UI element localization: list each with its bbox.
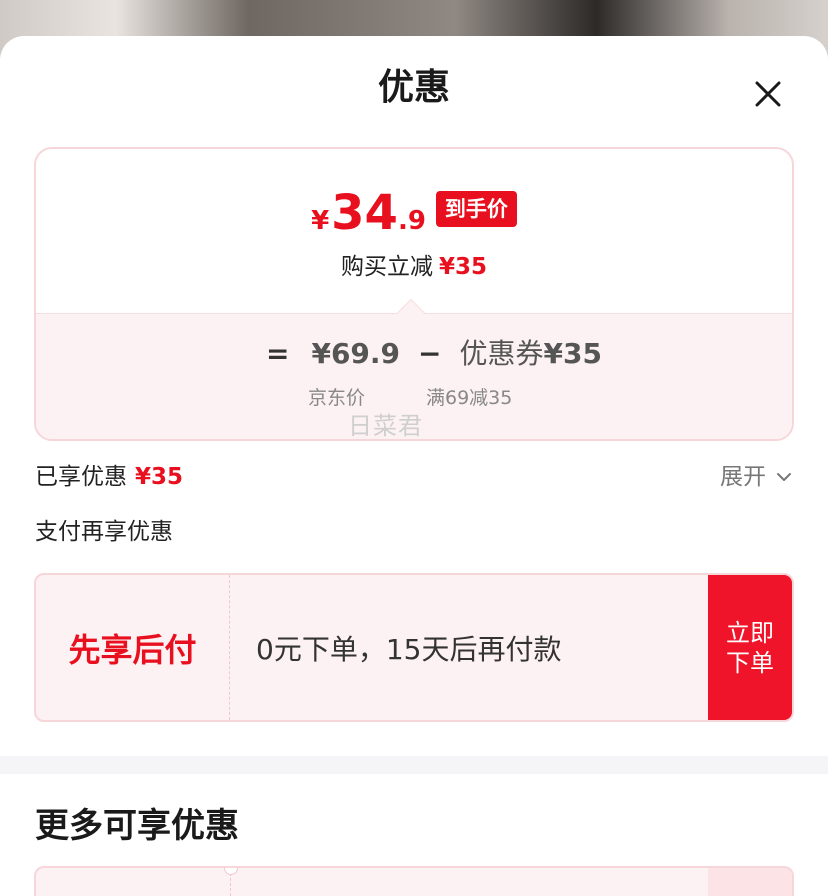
final-price-section: ¥ 34 .9 到手价 购买立减 ¥35 (36, 149, 792, 313)
discount-sheet: 优惠 ¥ 34 .9 到手价 购买立减 ¥35 = ¥69.9 − 优惠券¥35… (0, 36, 828, 896)
close-icon (755, 81, 781, 107)
order-now-label-line1: 立即 (726, 618, 774, 647)
more-discount-card-button[interactable] (708, 868, 792, 896)
watermark-text: 日菜君 (348, 412, 423, 440)
enjoyed-discount-row: 已享优惠 ¥35 展开 (35, 460, 794, 494)
bnpl-description: 0元下单，15天后再付款 (256, 632, 562, 666)
order-now-button[interactable]: 立即 下单 (708, 575, 792, 720)
more-discount-card[interactable] (34, 866, 794, 896)
expand-button[interactable]: 展开 (720, 460, 794, 494)
sheet-title: 优惠 (377, 67, 450, 108)
final-price-decimal: .9 (397, 206, 426, 236)
currency-symbol: ¥ (311, 206, 330, 236)
jd-price-value: ¥69.9 (311, 337, 401, 370)
buy-discount-row: 购买立减 ¥35 (36, 253, 792, 281)
final-price-row: ¥ 34 .9 到手价 (36, 187, 792, 239)
coupon-rule-label: 满69减35 (426, 387, 513, 409)
order-now-label-line2: 下单 (726, 648, 774, 677)
buy-now-pay-later-card[interactable]: 先享后付 0元下单，15天后再付款 立即 下单 (34, 573, 794, 722)
equals-sign: = (266, 337, 290, 370)
pay-more-discount-label: 支付再享优惠 (35, 519, 173, 545)
enjoyed-discount-amount: ¥35 (135, 464, 184, 490)
price-breakdown-card: ¥ 34 .9 到手价 购买立减 ¥35 = ¥69.9 − 优惠券¥35 京东价… (34, 147, 794, 441)
price-formula-section: = ¥69.9 − 优惠券¥35 京东价 满69减35 日菜君 (36, 313, 792, 440)
coupon-label: 优惠券 (459, 337, 544, 370)
section-divider (0, 756, 828, 774)
coupon-amount: ¥35 (543, 337, 602, 370)
expand-label: 展开 (720, 464, 766, 490)
card-notch (224, 868, 238, 875)
chevron-down-icon (777, 473, 791, 481)
enjoyed-discount-label: 已享优惠 (35, 464, 127, 490)
final-price-integer: 34 (331, 185, 398, 241)
buy-discount-label: 购买立减 (340, 254, 433, 280)
more-discounts-title: 更多可享优惠 (35, 806, 239, 846)
minus-sign: − (418, 337, 442, 370)
coupon-formula: 优惠券¥35 (460, 336, 602, 372)
final-price: ¥ 34 .9 (311, 187, 426, 239)
close-button[interactable] (748, 74, 788, 114)
buy-discount-amount: ¥35 (438, 254, 487, 280)
final-price-badge: 到手价 (435, 191, 517, 227)
price-formula: = ¥69.9 − 优惠券¥35 (266, 336, 602, 372)
bnpl-title: 先享后付 (36, 575, 230, 720)
